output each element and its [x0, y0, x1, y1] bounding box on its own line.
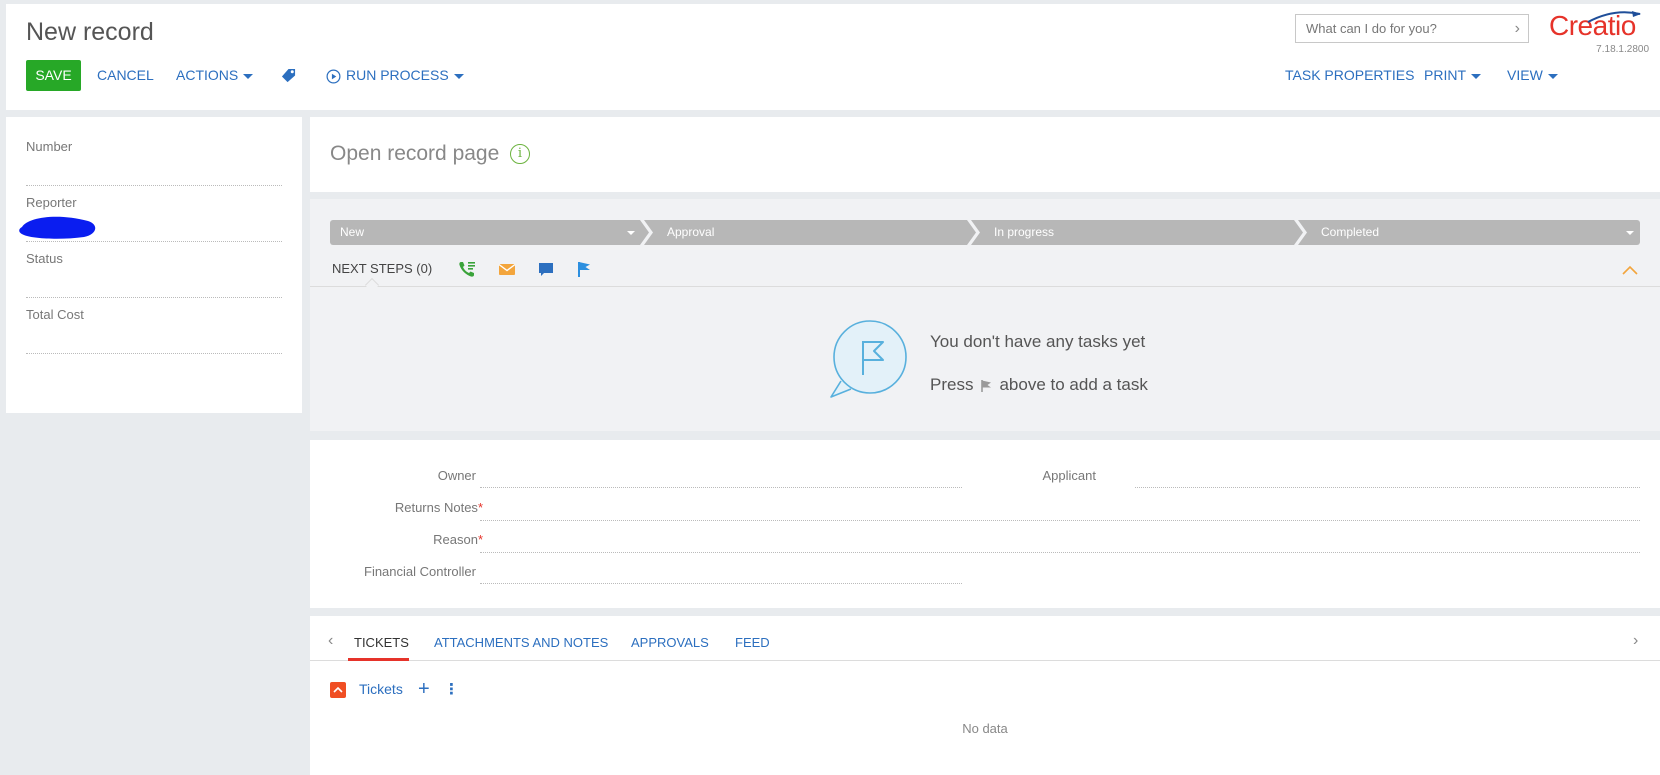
applicant-label: Applicant — [1042, 468, 1096, 483]
tab-bar: ‹ TICKETS ATTACHMENTS AND NOTES APPROVAL… — [310, 616, 1660, 661]
caret-down-icon — [1547, 73, 1558, 79]
email-icon[interactable] — [497, 259, 517, 279]
command-search[interactable]: › — [1295, 14, 1529, 43]
applicant-input[interactable] — [1135, 487, 1640, 488]
view-menu-button[interactable]: VIEW — [1507, 60, 1558, 91]
page-header: New record › Creatio 7.18.1.2800 SAVE CA… — [6, 4, 1660, 110]
stage-label: New — [340, 225, 365, 239]
tab-tickets[interactable]: TICKETS — [354, 635, 409, 650]
collapse-toggle-icon[interactable] — [330, 682, 346, 698]
returns-notes-label: Returns Notes* — [330, 500, 483, 515]
stage-label: Approval — [667, 225, 715, 239]
caret-down-icon — [243, 73, 254, 79]
detail-tabs-panel: ‹ TICKETS ATTACHMENTS AND NOTES APPROVAL… — [310, 616, 1660, 775]
caret-down-icon — [1471, 73, 1481, 79]
chevron-up-icon[interactable] — [1622, 265, 1638, 275]
caret-down-icon — [453, 73, 464, 79]
required-marker: * — [477, 532, 483, 547]
number-field[interactable]: Number — [26, 117, 282, 186]
tag-button[interactable] — [281, 68, 296, 99]
stage-separator — [967, 220, 980, 245]
left-profile-panel: Number Reporter Status Total Cost — [6, 117, 302, 413]
tab-feed[interactable]: FEED — [735, 635, 770, 650]
stage-new[interactable]: New — [330, 220, 647, 245]
next-steps-label[interactable]: NEXT STEPS (0) — [332, 261, 432, 276]
tickets-detail-title[interactable]: Tickets — [359, 681, 403, 697]
open-record-panel: Open record page i — [310, 117, 1660, 192]
print-menu-button[interactable]: PRINT — [1424, 60, 1481, 91]
call-icon[interactable] — [457, 259, 477, 279]
command-search-input[interactable] — [1296, 15, 1496, 42]
required-marker: * — [477, 500, 483, 515]
flag-icon — [981, 379, 992, 392]
total-cost-label: Total Cost — [26, 307, 84, 322]
flag-icon[interactable] — [574, 259, 594, 279]
hint-before: Press — [930, 375, 974, 394]
tab-approvals[interactable]: APPROVALS — [631, 635, 709, 650]
stage-label: Completed — [1321, 225, 1380, 239]
actions-label: ACTIONS — [176, 67, 239, 83]
run-process-label: RUN PROCESS — [346, 67, 449, 83]
total-cost-field[interactable]: Total Cost — [26, 285, 282, 354]
number-label: Number — [26, 139, 73, 154]
next-steps-bar: NEXT STEPS (0) — [310, 251, 1660, 293]
tickets-detail-header: Tickets + ⋮ — [330, 678, 630, 701]
financial-controller-label: Financial Controller — [364, 564, 476, 579]
tab-attachments-and-notes[interactable]: ATTACHMENTS AND NOTES — [434, 635, 608, 650]
print-label: PRINT — [1424, 67, 1466, 83]
chevron-right-icon[interactable]: › — [1515, 20, 1520, 38]
caret-down-icon — [1626, 231, 1634, 235]
record-fields-panel: Owner Applicant Returns Notes* Reason* F… — [310, 440, 1660, 608]
returns-notes-input[interactable] — [480, 520, 1640, 521]
chevron-up-icon — [333, 686, 343, 693]
save-button[interactable]: SAVE — [26, 60, 81, 91]
stage-label: In progress — [994, 225, 1055, 239]
task-properties-button[interactable]: TASK PROPERTIES — [1285, 60, 1414, 91]
empty-tasks-hint: Press above to add a task — [930, 375, 1148, 395]
next-steps-pointer — [364, 277, 380, 293]
info-icon[interactable]: i — [510, 144, 530, 164]
page-title: New record — [26, 18, 154, 46]
chat-icon[interactable] — [536, 259, 556, 279]
run-process-button[interactable]: RUN PROCESS — [326, 60, 464, 91]
reporter-label: Reporter — [26, 195, 77, 210]
open-record-title[interactable]: Open record page — [330, 142, 499, 166]
financial-controller-input[interactable] — [480, 583, 962, 584]
add-ticket-icon[interactable]: + — [418, 678, 430, 701]
hint-after: above to add a task — [999, 375, 1148, 394]
cancel-button[interactable]: CANCEL — [97, 60, 154, 91]
tag-icon — [281, 68, 296, 83]
owner-label: Owner — [437, 468, 476, 483]
no-data-message: No data — [962, 721, 1008, 736]
redaction-mark — [19, 216, 96, 239]
play-circle-icon — [326, 69, 341, 84]
stage-approval[interactable]: Approval — [647, 220, 974, 245]
empty-tasks-message: You don't have any tasks yet — [930, 332, 1146, 351]
version-label: 7.18.1.2800 — [1596, 44, 1649, 55]
reason-label: Reason* — [330, 532, 483, 547]
more-options-icon[interactable]: ⋮ — [444, 680, 459, 698]
stage-separator — [640, 220, 653, 245]
stage-completed[interactable]: Completed — [1301, 220, 1640, 245]
active-tab-indicator — [348, 658, 409, 661]
reason-text: Reason — [433, 532, 478, 547]
stage-in-progress[interactable]: In progress — [974, 220, 1301, 245]
empty-tasks-bubble-icon — [830, 320, 907, 398]
tab-scroll-left-icon[interactable]: ‹ — [328, 632, 333, 650]
caret-down-icon — [627, 231, 635, 235]
reason-input[interactable] — [480, 552, 1640, 553]
stage-separator — [1294, 220, 1307, 245]
returns-notes-text: Returns Notes — [394, 500, 478, 515]
toolbar: SAVE CANCEL ACTIONS RUN PROCESS TASK PRO… — [26, 60, 1656, 91]
tab-scroll-right-icon[interactable]: › — [1633, 632, 1638, 650]
total-cost-input-line[interactable] — [26, 353, 282, 354]
logo-swoosh-icon — [1587, 11, 1641, 23]
view-label: VIEW — [1507, 67, 1543, 83]
owner-input[interactable] — [480, 487, 962, 488]
actions-menu-button[interactable]: ACTIONS — [176, 60, 254, 91]
stages-panel: New Approval In progress Completed NEXT … — [310, 199, 1660, 431]
status-label: Status — [26, 251, 63, 266]
stage-progress-bar: New Approval In progress Completed — [330, 220, 1640, 245]
